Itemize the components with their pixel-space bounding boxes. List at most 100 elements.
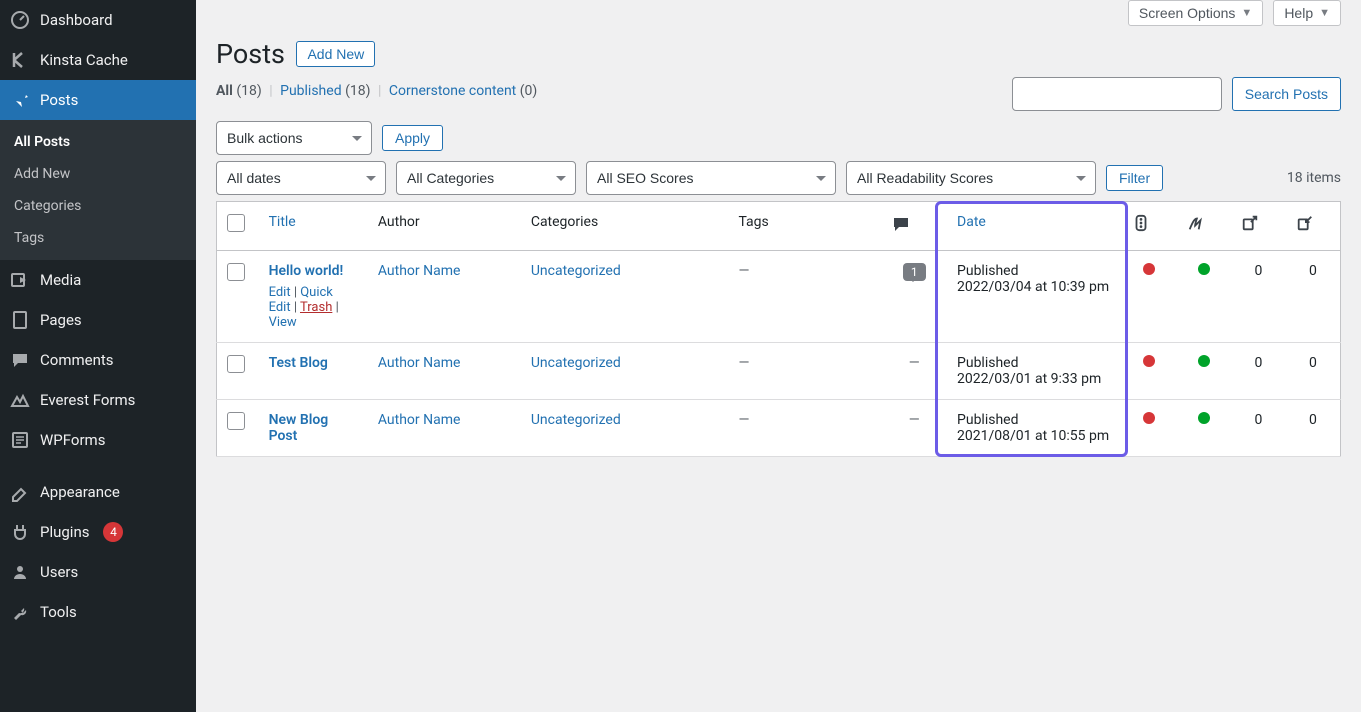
everest-icon — [10, 390, 30, 410]
incoming-links-value: 0 — [1309, 412, 1317, 428]
trash-link[interactable]: Trash — [300, 300, 332, 315]
col-date[interactable]: Date — [957, 214, 986, 230]
kinsta-icon — [10, 50, 30, 70]
submenu-posts: All Posts Add New Categories Tags — [0, 120, 196, 260]
tags-value: — — [738, 412, 749, 428]
menu-label: Appearance — [40, 483, 120, 501]
apply-button[interactable]: Apply — [382, 125, 443, 151]
menu-wpforms[interactable]: WPForms — [0, 420, 196, 460]
category-link[interactable]: Uncategorized — [531, 263, 621, 279]
author-link[interactable]: Author Name — [378, 263, 461, 279]
submenu-categories[interactable]: Categories — [0, 190, 196, 222]
filter-all-label[interactable]: All — [216, 83, 233, 99]
tags-value: — — [738, 263, 749, 279]
posts-table: Title Author Categories Tags Date Hello … — [216, 201, 1341, 457]
post-title-link[interactable]: Hello world! — [269, 263, 344, 279]
col-tags: Tags — [728, 202, 881, 251]
menu-label: Posts — [40, 91, 78, 109]
filter-published-link[interactable]: Published — [280, 83, 341, 99]
screen-options-button[interactable]: Screen Options ▼ — [1128, 0, 1263, 26]
help-button[interactable]: Help ▼ — [1273, 0, 1341, 26]
edit-link[interactable]: Edit — [269, 285, 291, 300]
category-link[interactable]: Uncategorized — [531, 355, 621, 371]
filter-all-count: (18) — [236, 83, 261, 99]
table-row: Hello world! Edit | Quick Edit | Trash | … — [217, 251, 1341, 343]
tools-icon — [10, 602, 30, 622]
row-actions: Edit | Quick Edit | Trash | View — [269, 285, 358, 330]
menu-label: WPForms — [40, 431, 105, 449]
search-input[interactable] — [1012, 77, 1222, 111]
filter-button[interactable]: Filter — [1106, 165, 1163, 191]
search-posts-button[interactable]: Search Posts — [1232, 77, 1341, 111]
seo-score-icon — [1132, 214, 1152, 234]
select-all-checkbox[interactable] — [227, 214, 245, 232]
menu-dashboard[interactable]: Dashboard — [0, 0, 196, 40]
plugins-update-badge: 4 — [103, 522, 123, 542]
menu-comments[interactable]: Comments — [0, 340, 196, 380]
bulk-actions-select[interactable]: Bulk actions — [216, 121, 372, 155]
filter-published-count: (18) — [345, 83, 370, 99]
caret-down-icon: ▼ — [1319, 7, 1330, 19]
menu-tools[interactable]: Tools — [0, 592, 196, 632]
author-link[interactable]: Author Name — [378, 412, 461, 428]
submenu-add-new[interactable]: Add New — [0, 158, 196, 190]
add-new-button[interactable]: Add New — [296, 41, 375, 67]
seo-score-dot — [1143, 263, 1155, 275]
menu-label: Dashboard — [40, 11, 113, 29]
date-status: Published — [957, 355, 1018, 371]
submenu-all-posts[interactable]: All Posts — [0, 126, 196, 158]
menu-label: Tools — [40, 603, 77, 621]
incoming-links-value: 0 — [1309, 263, 1317, 279]
row-checkbox[interactable] — [227, 355, 245, 373]
submenu-tags[interactable]: Tags — [0, 222, 196, 254]
menu-label: Media — [40, 271, 81, 289]
comments-value: — — [909, 355, 920, 371]
readability-icon — [1187, 214, 1207, 234]
menu-label: Users — [40, 563, 78, 581]
outgoing-links-value: 0 — [1255, 355, 1263, 371]
filter-readability-select[interactable]: All Readability Scores — [846, 161, 1096, 195]
row-checkbox[interactable] — [227, 263, 245, 281]
view-link[interactable]: View — [269, 315, 297, 330]
filter-dates-select[interactable]: All dates — [216, 161, 386, 195]
menu-users[interactable]: Users — [0, 552, 196, 592]
date-value: 2022/03/04 at 10:39 pm — [957, 279, 1109, 295]
col-title[interactable]: Title — [269, 214, 296, 230]
menu-posts[interactable]: Posts — [0, 80, 196, 120]
row-checkbox[interactable] — [227, 412, 245, 430]
items-count: 18 items — [1287, 170, 1341, 186]
menu-appearance[interactable]: Appearance — [0, 472, 196, 512]
menu-label: Kinsta Cache — [40, 51, 128, 69]
outgoing-links-icon — [1241, 214, 1261, 234]
media-icon — [10, 270, 30, 290]
table-row: Test BlogAuthor NameUncategorized——Publi… — [217, 343, 1341, 400]
table-row: New Blog PostAuthor NameUncategorized——P… — [217, 400, 1341, 457]
filter-cornerstone-count: (0) — [520, 83, 538, 99]
post-title-link[interactable]: Test Blog — [269, 355, 328, 371]
author-link[interactable]: Author Name — [378, 355, 461, 371]
menu-plugins[interactable]: Plugins 4 — [0, 512, 196, 552]
readability-score-dot — [1198, 412, 1210, 424]
readability-score-dot — [1198, 263, 1210, 275]
date-status: Published — [957, 263, 1018, 279]
filter-categories-select[interactable]: All Categories — [396, 161, 576, 195]
menu-everest-forms[interactable]: Everest Forms — [0, 380, 196, 420]
plugins-icon — [10, 522, 30, 542]
date-value: 2022/03/01 at 9:33 pm — [957, 371, 1101, 387]
menu-label: Comments — [40, 351, 114, 369]
dashboard-icon — [10, 10, 30, 30]
category-link[interactable]: Uncategorized — [531, 412, 621, 428]
comment-icon — [10, 350, 30, 370]
menu-media[interactable]: Media — [0, 260, 196, 300]
pin-icon — [10, 90, 30, 110]
post-title-link[interactable]: New Blog Post — [269, 412, 329, 444]
incoming-links-value: 0 — [1309, 355, 1317, 371]
filter-seo-select[interactable]: All SEO Scores — [586, 161, 836, 195]
outgoing-links-value: 0 — [1255, 263, 1263, 279]
filter-cornerstone-link[interactable]: Cornerstone content — [389, 83, 516, 99]
menu-pages[interactable]: Pages — [0, 300, 196, 340]
menu-label: Pages — [40, 311, 82, 329]
menu-kinsta-cache[interactable]: Kinsta Cache — [0, 40, 196, 80]
comments-count-bubble[interactable]: 1 — [903, 263, 926, 281]
date-value: 2021/08/01 at 10:55 pm — [957, 428, 1109, 444]
